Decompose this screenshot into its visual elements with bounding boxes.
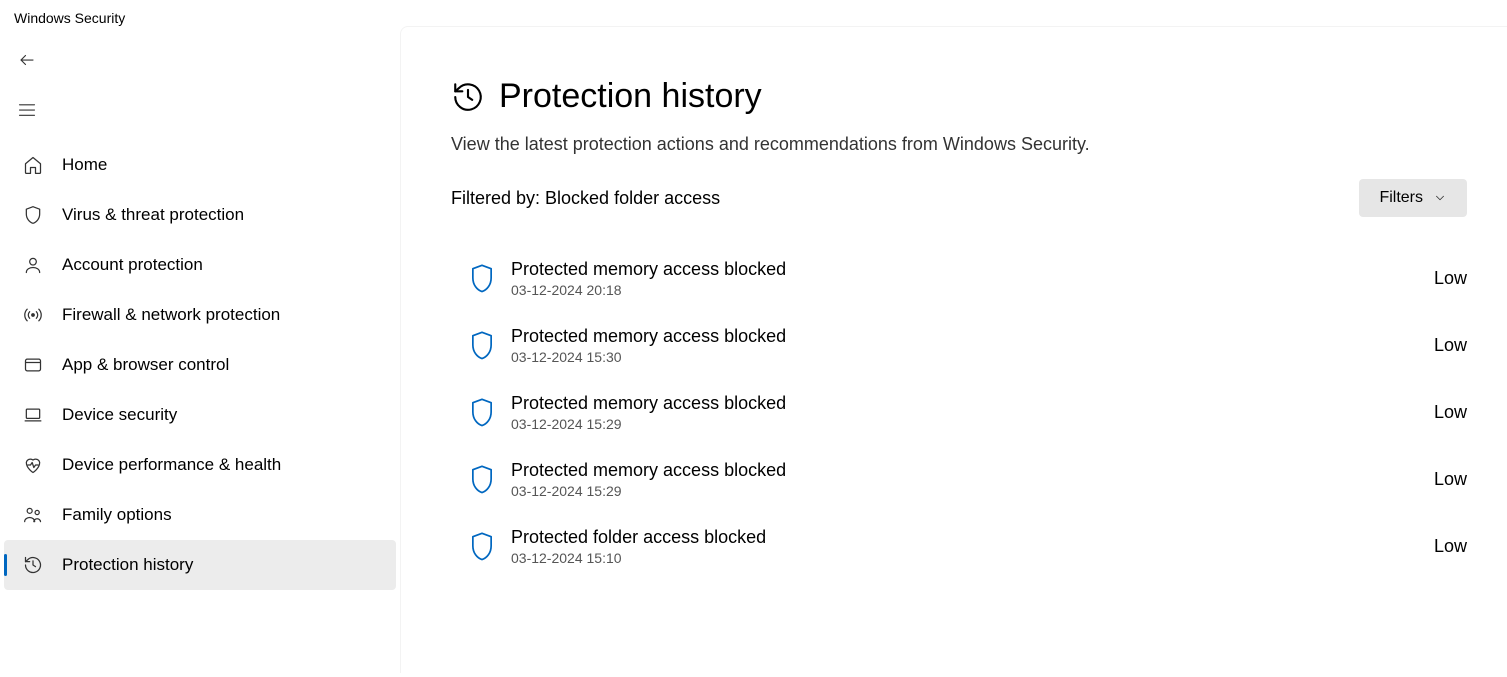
sidebar-item-virus-threat[interactable]: Virus & threat protection xyxy=(4,190,396,240)
history-item-severity: Low xyxy=(1434,402,1467,423)
history-item-timestamp: 03-12-2024 20:18 xyxy=(511,282,1434,298)
history-item-timestamp: 03-12-2024 15:29 xyxy=(511,483,1434,499)
sidebar-item-label: Home xyxy=(62,155,107,175)
history-item[interactable]: Protected memory access blocked 03-12-20… xyxy=(451,379,1487,446)
page-subtitle: View the latest protection actions and r… xyxy=(451,134,1487,155)
shield-outline-icon xyxy=(459,464,505,496)
window-title: Windows Security xyxy=(0,0,1507,26)
sidebar: Home Virus & threat protection Account p… xyxy=(0,26,400,673)
history-item-title: Protected memory access blocked xyxy=(511,259,1434,280)
person-icon xyxy=(22,255,44,275)
sidebar-item-label: Account protection xyxy=(62,255,203,275)
chevron-down-icon xyxy=(1433,191,1447,205)
page-title: Protection history xyxy=(499,77,762,116)
history-item[interactable]: Protected memory access blocked 03-12-20… xyxy=(451,446,1487,513)
history-item[interactable]: Protected memory access blocked 03-12-20… xyxy=(451,245,1487,312)
history-item[interactable]: Protected folder access blocked 03-12-20… xyxy=(451,513,1487,580)
history-icon xyxy=(451,80,499,114)
menu-button[interactable] xyxy=(0,90,48,130)
shield-outline-icon xyxy=(459,263,505,295)
app-window-icon xyxy=(22,355,44,375)
history-list: Protected memory access blocked 03-12-20… xyxy=(451,245,1487,580)
page-header: Protection history xyxy=(451,77,1487,116)
shield-icon xyxy=(22,205,44,225)
sidebar-item-protection-history[interactable]: Protection history xyxy=(4,540,396,590)
filters-button-label: Filters xyxy=(1379,189,1423,207)
sidebar-item-account[interactable]: Account protection xyxy=(4,240,396,290)
sidebar-item-label: Protection history xyxy=(62,555,193,575)
history-item-title: Protected memory access blocked xyxy=(511,393,1434,414)
filters-button[interactable]: Filters xyxy=(1359,179,1467,217)
history-item-title: Protected memory access blocked xyxy=(511,460,1434,481)
shield-outline-icon xyxy=(459,330,505,362)
main-content: Protection history View the latest prote… xyxy=(400,26,1507,673)
history-item[interactable]: Protected memory access blocked 03-12-20… xyxy=(451,312,1487,379)
heart-rate-icon xyxy=(22,455,44,475)
history-item-timestamp: 03-12-2024 15:29 xyxy=(511,416,1434,432)
sidebar-item-label: Firewall & network protection xyxy=(62,305,280,325)
shield-outline-icon xyxy=(459,531,505,563)
hamburger-icon xyxy=(18,103,36,117)
history-icon xyxy=(22,555,44,575)
filter-status-text: Filtered by: Blocked folder access xyxy=(451,188,720,209)
shield-outline-icon xyxy=(459,397,505,429)
sidebar-item-label: Virus & threat protection xyxy=(62,205,244,225)
history-item-title: Protected memory access blocked xyxy=(511,326,1434,347)
history-item-timestamp: 03-12-2024 15:30 xyxy=(511,349,1434,365)
sidebar-item-label: App & browser control xyxy=(62,355,229,375)
family-icon xyxy=(22,505,44,525)
sidebar-item-app-browser[interactable]: App & browser control xyxy=(4,340,396,390)
arrow-left-icon xyxy=(18,51,36,69)
history-item-timestamp: 03-12-2024 15:10 xyxy=(511,550,1434,566)
laptop-icon xyxy=(22,405,44,425)
sidebar-item-performance[interactable]: Device performance & health xyxy=(4,440,396,490)
history-item-title: Protected folder access blocked xyxy=(511,527,1434,548)
sidebar-item-label: Family options xyxy=(62,505,172,525)
history-item-severity: Low xyxy=(1434,335,1467,356)
history-item-severity: Low xyxy=(1434,268,1467,289)
antenna-icon xyxy=(22,305,44,325)
history-item-severity: Low xyxy=(1434,536,1467,557)
history-item-severity: Low xyxy=(1434,469,1467,490)
sidebar-item-home[interactable]: Home xyxy=(4,140,396,190)
sidebar-item-device-security[interactable]: Device security xyxy=(4,390,396,440)
back-button[interactable] xyxy=(0,40,48,80)
sidebar-item-label: Device security xyxy=(62,405,177,425)
sidebar-item-firewall[interactable]: Firewall & network protection xyxy=(4,290,396,340)
sidebar-item-label: Device performance & health xyxy=(62,455,281,475)
sidebar-item-family[interactable]: Family options xyxy=(4,490,396,540)
home-icon xyxy=(22,155,44,175)
